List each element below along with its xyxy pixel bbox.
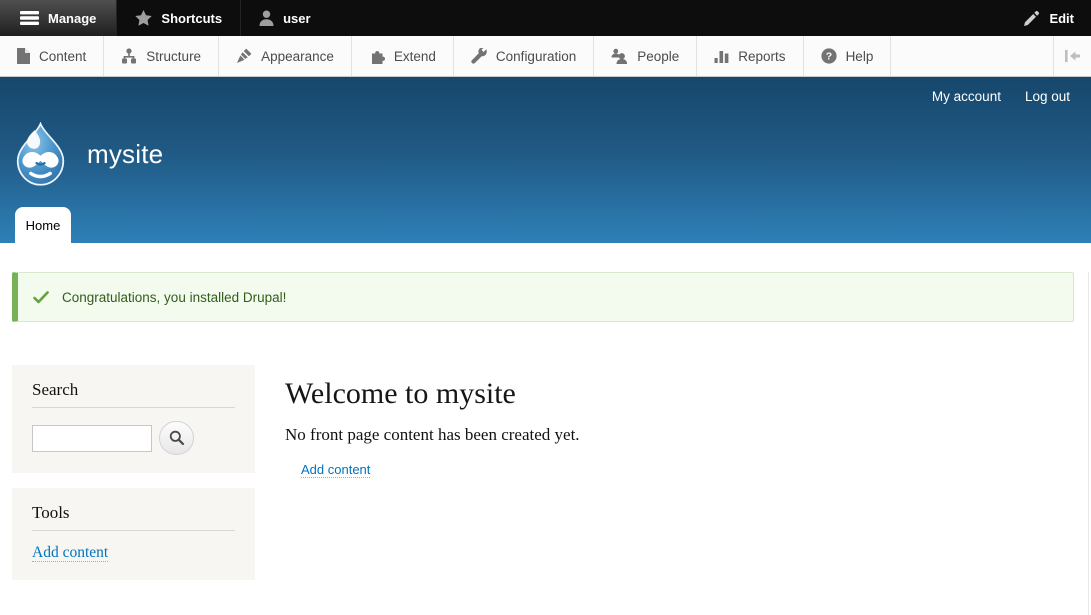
menu-item-configuration[interactable]: Configuration [454, 36, 594, 76]
drupal-logo[interactable] [12, 122, 69, 186]
search-input[interactable] [32, 425, 152, 452]
pencil-icon [1024, 10, 1040, 26]
admin-menu-spacer [891, 36, 1053, 76]
bar-chart-icon [714, 48, 729, 64]
checkmark-icon [33, 291, 49, 304]
toolbar-item-user[interactable]: user [240, 0, 328, 36]
search-icon [169, 430, 185, 446]
toolbar-item-label: Shortcuts [161, 11, 222, 26]
secondary-menu: My account Log out [932, 89, 1070, 104]
menu-item-people[interactable]: People [594, 36, 697, 76]
menu-item-label: Extend [394, 49, 436, 64]
menu-item-help[interactable]: ? Help [804, 36, 892, 76]
menu-item-structure[interactable]: Structure [104, 36, 219, 76]
page-right-divider [1088, 272, 1089, 615]
edit-label: Edit [1049, 11, 1074, 26]
search-button[interactable] [159, 421, 194, 455]
menu-item-label: Configuration [496, 49, 576, 64]
search-block: Search [12, 365, 255, 473]
site-branding[interactable]: mysite [12, 122, 163, 186]
main-content: Welcome to mysite No front page content … [285, 365, 1091, 580]
puzzle-icon [369, 48, 385, 64]
add-content-link-main[interactable]: Add content [301, 462, 370, 478]
star-icon [135, 10, 152, 26]
wrench-icon [471, 48, 487, 64]
content-region: Congratulations, you installed Drupal! S… [0, 272, 1091, 615]
paintbrush-icon [236, 48, 252, 64]
toolbar-spacer [329, 0, 1008, 36]
sitemap-icon [121, 48, 137, 64]
menu-item-label: People [637, 49, 679, 64]
toolbar-item-shortcuts[interactable]: Shortcuts [116, 0, 240, 36]
menu-item-reports[interactable]: Reports [697, 36, 803, 76]
search-block-title: Search [32, 380, 235, 408]
hamburger-icon [20, 11, 39, 25]
admin-menu-tray: Content Structure Appearance Extend Conf… [0, 36, 1091, 77]
node-add-list: Add content [301, 461, 1091, 479]
toolbar-orientation-toggle[interactable] [1053, 36, 1091, 76]
toolbar-item-manage[interactable]: Manage [0, 0, 116, 36]
menu-item-label: Appearance [261, 49, 334, 64]
layout-row: Search Tools Add content [0, 365, 1091, 580]
page-title: Welcome to mysite [285, 378, 1091, 410]
tab-home-label: Home [26, 218, 61, 233]
drupal-front-page: Manage Shortcuts user Edit Co [0, 0, 1091, 615]
site-header: My account Log out [0, 77, 1091, 243]
menu-item-appearance[interactable]: Appearance [219, 36, 352, 76]
status-message-text: Congratulations, you installed Drupal! [62, 290, 286, 305]
tools-block: Tools Add content [12, 488, 255, 580]
add-content-link-sidebar[interactable]: Add content [32, 544, 108, 562]
status-message: Congratulations, you installed Drupal! [12, 272, 1074, 322]
menu-item-label: Content [39, 49, 86, 64]
people-icon [611, 48, 628, 64]
menu-item-label: Reports [738, 49, 785, 64]
svg-text:?: ? [825, 51, 831, 63]
my-account-link[interactable]: My account [932, 89, 1001, 104]
empty-frontpage-text: No front page content has been created y… [285, 425, 1091, 445]
tools-menu: Add content [32, 544, 235, 562]
sidebar-first: Search Tools Add content [12, 365, 255, 580]
collapse-left-icon [1064, 49, 1081, 63]
menu-item-content[interactable]: Content [0, 36, 104, 76]
search-form [32, 421, 235, 455]
tools-block-title: Tools [32, 503, 235, 531]
logout-link[interactable]: Log out [1025, 89, 1070, 104]
site-name[interactable]: mysite [87, 139, 163, 170]
question-mark-icon: ? [821, 48, 837, 64]
admin-toolbar: Manage Shortcuts user Edit [0, 0, 1091, 36]
menu-item-label: Structure [146, 49, 201, 64]
menu-item-extend[interactable]: Extend [352, 36, 454, 76]
edit-button[interactable]: Edit [1007, 0, 1091, 36]
tab-home[interactable]: Home [15, 207, 71, 243]
document-icon [16, 48, 30, 64]
toolbar-item-label: user [283, 11, 310, 26]
toolbar-item-label: Manage [48, 11, 96, 26]
menu-item-label: Help [846, 49, 874, 64]
user-icon [259, 10, 274, 26]
